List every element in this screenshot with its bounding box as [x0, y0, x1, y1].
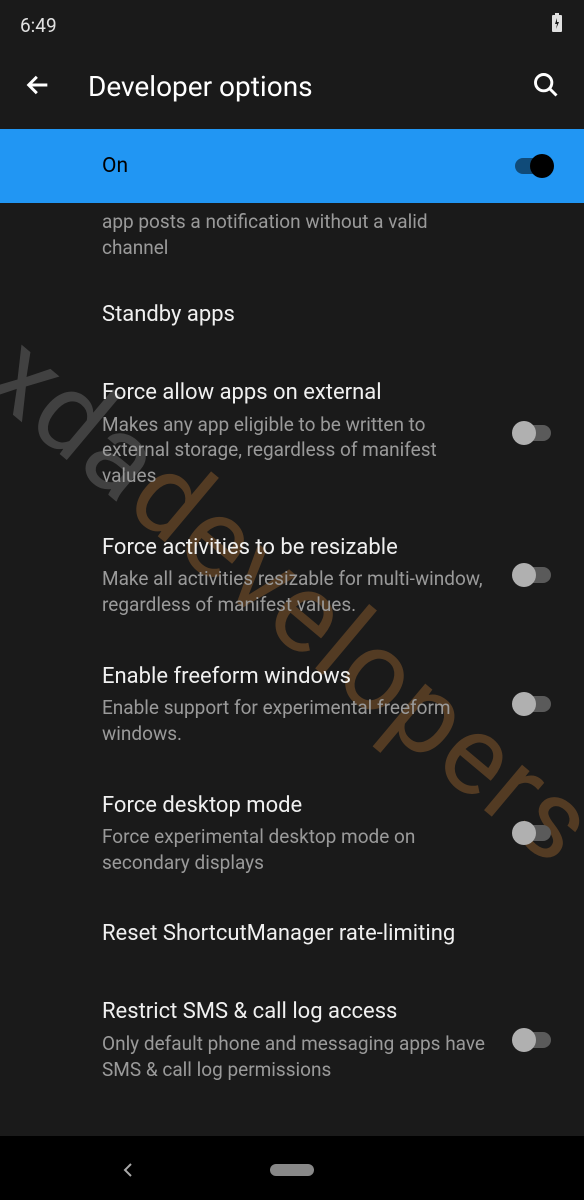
setting-reset-shortcutmanager[interactable]: Reset ShortcutManager rate-limiting: [0, 897, 584, 975]
status-bar: 6:49: [0, 0, 584, 50]
setting-title: Force allow apps on external: [102, 378, 488, 408]
toggle-switch[interactable]: [512, 821, 554, 845]
setting-title: Enable freeform windows: [102, 662, 488, 692]
master-toggle-row[interactable]: On: [0, 129, 584, 203]
setting-restrict-sms-calllog[interactable]: Restrict SMS & call log access Only defa…: [0, 975, 584, 1104]
setting-title: Restrict SMS & call log access: [102, 997, 488, 1027]
nav-home-pill[interactable]: [270, 1164, 314, 1176]
toggle-switch[interactable]: [512, 1028, 554, 1052]
setting-force-allow-external[interactable]: Force allow apps on external Makes any a…: [0, 356, 584, 511]
setting-force-desktop-mode[interactable]: Force desktop mode Force experimental de…: [0, 769, 584, 898]
partial-setting-item[interactable]: app posts a notification without a valid…: [0, 203, 584, 278]
setting-enable-freeform[interactable]: Enable freeform windows Enable support f…: [0, 640, 584, 769]
setting-title: Reset ShortcutManager rate-limiting: [102, 919, 530, 949]
master-toggle-label: On: [102, 154, 128, 178]
partial-setting-desc: app posts a notification without a valid…: [102, 209, 484, 260]
setting-title: Force desktop mode: [102, 791, 488, 821]
master-toggle-switch[interactable]: [512, 154, 554, 178]
setting-title: Force activities to be resizable: [102, 533, 488, 563]
back-button[interactable]: [24, 71, 52, 103]
nav-back-button[interactable]: [120, 1162, 136, 1178]
navigation-bar: [0, 1140, 584, 1200]
setting-title: Standby apps: [102, 300, 530, 330]
setting-desc: Make all activities resizable for multi-…: [102, 566, 488, 617]
toggle-switch[interactable]: [512, 421, 554, 445]
app-bar: Developer options: [0, 50, 584, 129]
setting-desc: Makes any app eligible to be written to …: [102, 412, 488, 489]
status-time: 6:49: [20, 14, 57, 37]
setting-standby-apps[interactable]: Standby apps: [0, 278, 584, 356]
search-button[interactable]: [532, 71, 560, 103]
battery-icon: [550, 13, 564, 38]
settings-list: app posts a notification without a valid…: [0, 203, 584, 1104]
setting-desc: Force experimental desktop mode on secon…: [102, 824, 488, 875]
toggle-switch[interactable]: [512, 692, 554, 716]
toggle-switch[interactable]: [512, 563, 554, 587]
setting-force-activities-resizable[interactable]: Force activities to be resizable Make al…: [0, 511, 584, 640]
setting-desc: Only default phone and messaging apps ha…: [102, 1031, 488, 1082]
setting-desc: Enable support for experimental freeform…: [102, 695, 488, 746]
page-title: Developer options: [88, 70, 496, 103]
